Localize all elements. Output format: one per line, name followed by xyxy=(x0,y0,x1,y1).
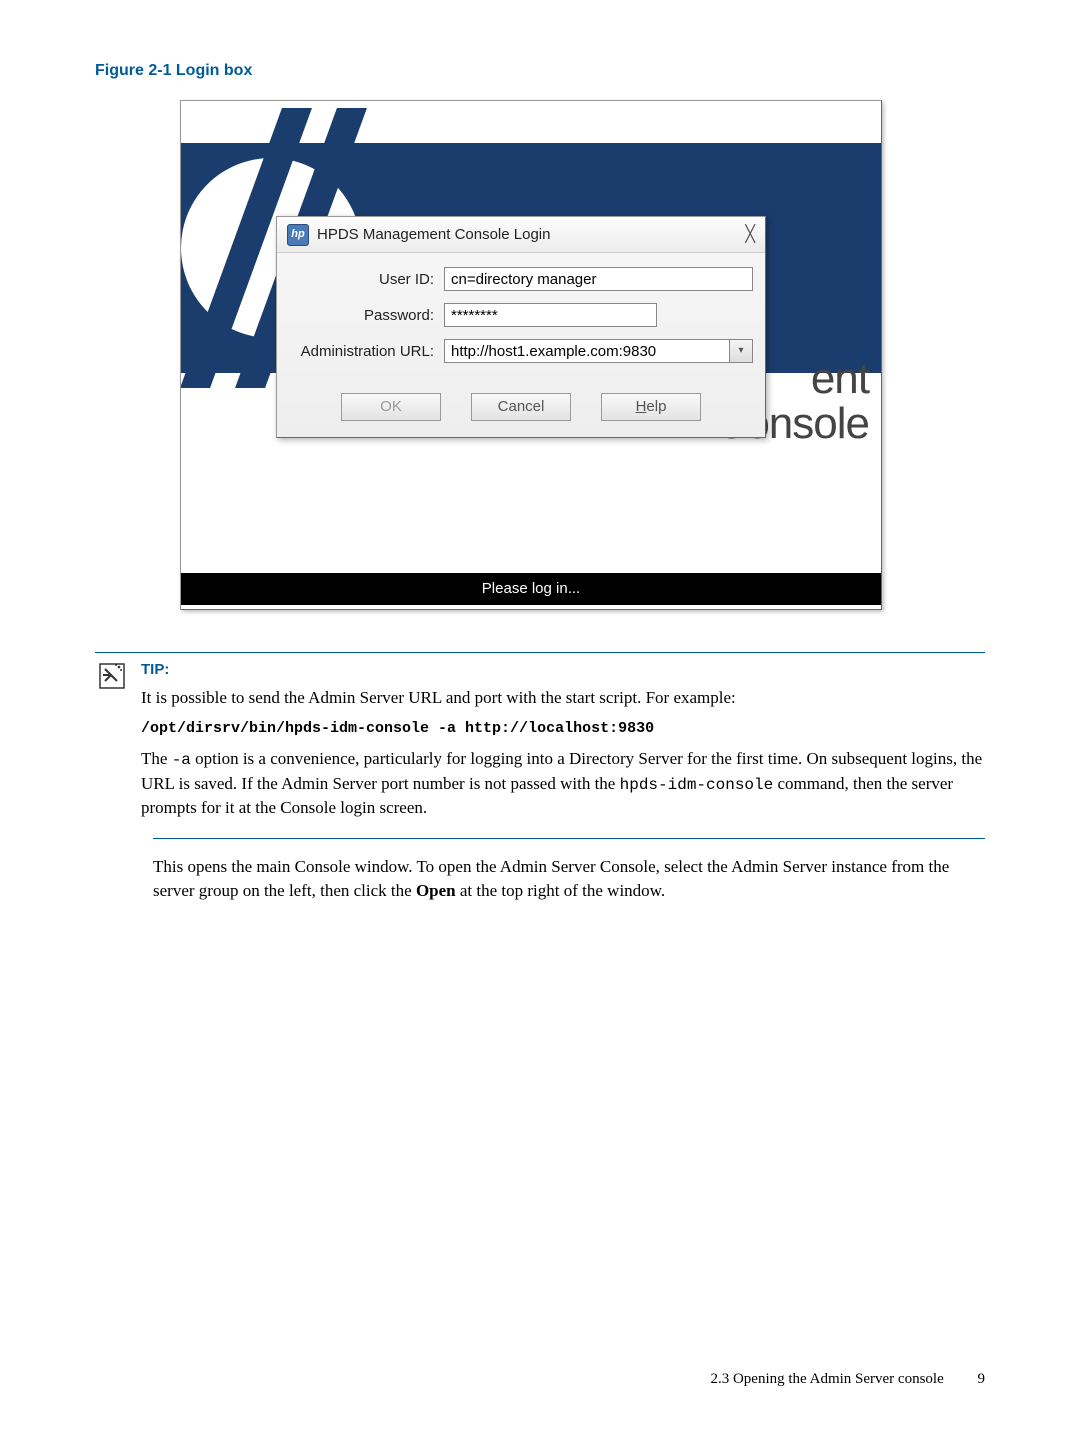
password-label: Password: xyxy=(289,305,444,326)
login-screenshot: ent Console Please log in... hp HPDS Man… xyxy=(180,100,882,610)
tip-paragraph-2: The -a option is a convenience, particul… xyxy=(141,747,985,820)
footer-section: 2.3 Opening the Admin Server console xyxy=(710,1371,943,1387)
login-dialog: hp HPDS Management Console Login ╳ User … xyxy=(276,216,766,438)
user-id-label: User ID: xyxy=(289,269,444,290)
tip-label: TIP: xyxy=(141,659,985,680)
close-icon[interactable]: ╳ xyxy=(745,224,755,246)
tip-icon xyxy=(95,659,129,827)
ok-button[interactable]: OK xyxy=(341,393,441,421)
user-id-input[interactable] xyxy=(444,267,753,291)
help-button[interactable]: Help xyxy=(601,393,701,421)
divider xyxy=(95,652,985,653)
footer-page-number: 9 xyxy=(978,1371,986,1387)
tip-paragraph-1: It is possible to send the Admin Server … xyxy=(141,686,985,710)
password-input[interactable] xyxy=(444,303,657,327)
body-paragraph: This opens the main Console window. To o… xyxy=(153,855,985,903)
dialog-title: HPDS Management Console Login xyxy=(317,224,550,245)
bg-text-partial: ent xyxy=(811,348,869,410)
figure-caption: Figure 2-1 Login box xyxy=(95,60,985,82)
cancel-button[interactable]: Cancel xyxy=(471,393,571,421)
hp-app-icon: hp xyxy=(287,224,309,246)
dialog-titlebar[interactable]: hp HPDS Management Console Login ╳ xyxy=(277,217,765,253)
divider xyxy=(153,838,985,839)
tip-command: /opt/dirsrv/bin/hpds-idm-console -a http… xyxy=(141,718,985,739)
chevron-down-icon[interactable]: ▾ xyxy=(729,339,753,363)
status-bar: Please log in... xyxy=(181,573,881,605)
admin-url-label: Administration URL: xyxy=(289,341,444,362)
admin-url-input[interactable] xyxy=(444,339,729,363)
tip-block: TIP: It is possible to send the Admin Se… xyxy=(95,659,985,827)
page-footer: 2.3 Opening the Admin Server console 9 xyxy=(710,1369,985,1390)
